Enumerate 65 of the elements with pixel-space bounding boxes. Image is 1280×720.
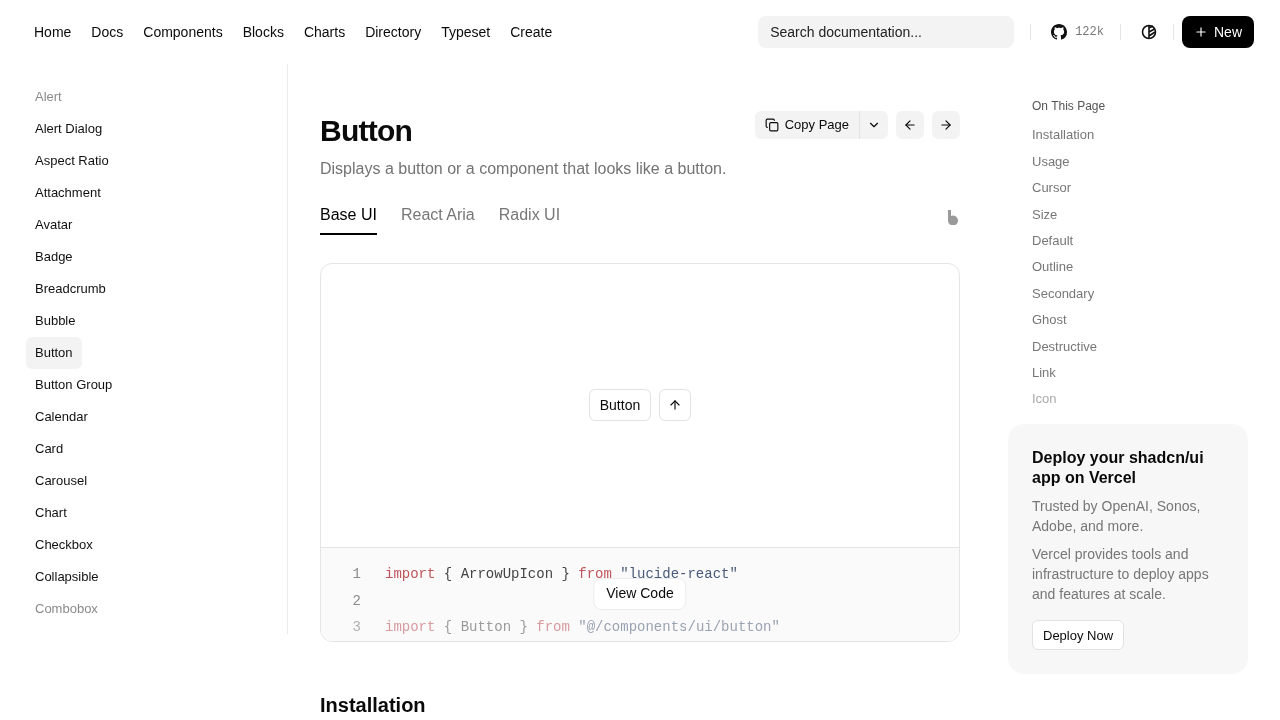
promo-title: Deploy your shadcn/ui app on Vercel [1032, 448, 1205, 489]
nav-link[interactable]: Docs [83, 17, 132, 47]
sidebar-item[interactable]: Carousel [26, 465, 97, 497]
arrow-up-button[interactable] [659, 389, 692, 422]
tab[interactable]: Base UI [320, 203, 377, 235]
contrast-icon [1141, 24, 1157, 40]
toc-link[interactable]: Destructive [1032, 333, 1098, 360]
toc-link[interactable]: Link [1032, 359, 1056, 386]
page-description: Displays a button or a component that looks like a button. [320, 159, 728, 179]
view-code-button[interactable]: View Code [593, 577, 687, 610]
nav-link[interactable]: Directory [357, 17, 430, 47]
toc-link[interactable]: Ghost [1032, 306, 1067, 334]
next-button[interactable] [932, 111, 960, 139]
promo-text: Vercel provides tools and infrastructure to deploy apps and features at scale. [1032, 545, 1210, 605]
sidebar-item[interactable]: Aspect Ratio [26, 145, 118, 177]
section-heading: Installation [320, 693, 427, 718]
line-number: 3 [351, 618, 361, 638]
nav-link[interactable]: Blocks [234, 17, 292, 47]
toc-link[interactable]: Secondary [1032, 280, 1095, 307]
nav-link[interactable]: Home [26, 17, 80, 47]
toc-link[interactable]: Cursor [1032, 174, 1071, 202]
search-field[interactable]: Search documentation... [758, 16, 1015, 48]
sidebar-item[interactable]: Attachment [26, 177, 110, 209]
tab[interactable]: React Aria [400, 203, 475, 235]
sidebar-item[interactable]: Button [26, 337, 82, 369]
page-title: Button [320, 114, 413, 148]
promo-text: Trusted by OpenAI, Sonos, Adobe, and more. [1032, 497, 1202, 537]
code-line: import { Button } from "@/components/ui/button" [385, 618, 780, 638]
sidebar-item[interactable]: Combobox [26, 593, 107, 625]
toc-link[interactable]: Installation [1032, 122, 1095, 149]
toc-link[interactable]: Outline [1032, 253, 1074, 281]
tab[interactable]: Radix UI [498, 203, 561, 235]
line-number: 1 [351, 565, 361, 585]
logo-icon [947, 209, 960, 225]
sidebar-item[interactable]: Badge [26, 241, 82, 273]
deploy-button[interactable]: Deploy Now [1032, 620, 1125, 651]
sidebar-item[interactable]: Breadcrumb [26, 273, 115, 305]
nav-link[interactable]: Components [135, 17, 231, 47]
toc-link[interactable]: Size [1032, 201, 1058, 228]
nav-link[interactable]: Typeset [433, 17, 499, 47]
copy-icon [764, 118, 779, 132]
sidebar-item[interactable]: Button Group [26, 369, 122, 401]
demo-button[interactable]: Button [588, 389, 652, 422]
new-button[interactable]: New [1182, 16, 1254, 48]
arrow-right-icon [939, 118, 953, 132]
plus-icon [1194, 25, 1208, 39]
github-icon [1051, 24, 1068, 40]
toc-title: On This Page [1032, 98, 1107, 115]
nav-link[interactable]: Charts [295, 17, 354, 47]
github-link[interactable]: 122k [1047, 16, 1108, 48]
sidebar-item[interactable]: Alert Dialog [26, 113, 112, 145]
toc-link[interactable]: Default [1032, 227, 1074, 254]
sidebar-item[interactable]: Calendar [26, 401, 97, 433]
sidebar-item[interactable]: Checkbox [26, 529, 102, 561]
sidebar-item[interactable]: Bubble [26, 305, 85, 337]
sidebar-item[interactable]: Alert [26, 81, 71, 113]
previous-button[interactable] [896, 111, 924, 139]
nav-link[interactable]: Create [502, 17, 561, 47]
sidebar-item[interactable]: Avatar [26, 209, 82, 241]
sidebar-item[interactable]: Card [26, 433, 73, 465]
sidebar-item[interactable]: Collapsible [26, 561, 108, 593]
sidebar-item[interactable]: Chart [26, 497, 76, 529]
toc-link[interactable]: Usage [1032, 148, 1070, 175]
arrow-left-icon [903, 118, 917, 132]
line-number: 2 [351, 591, 361, 611]
